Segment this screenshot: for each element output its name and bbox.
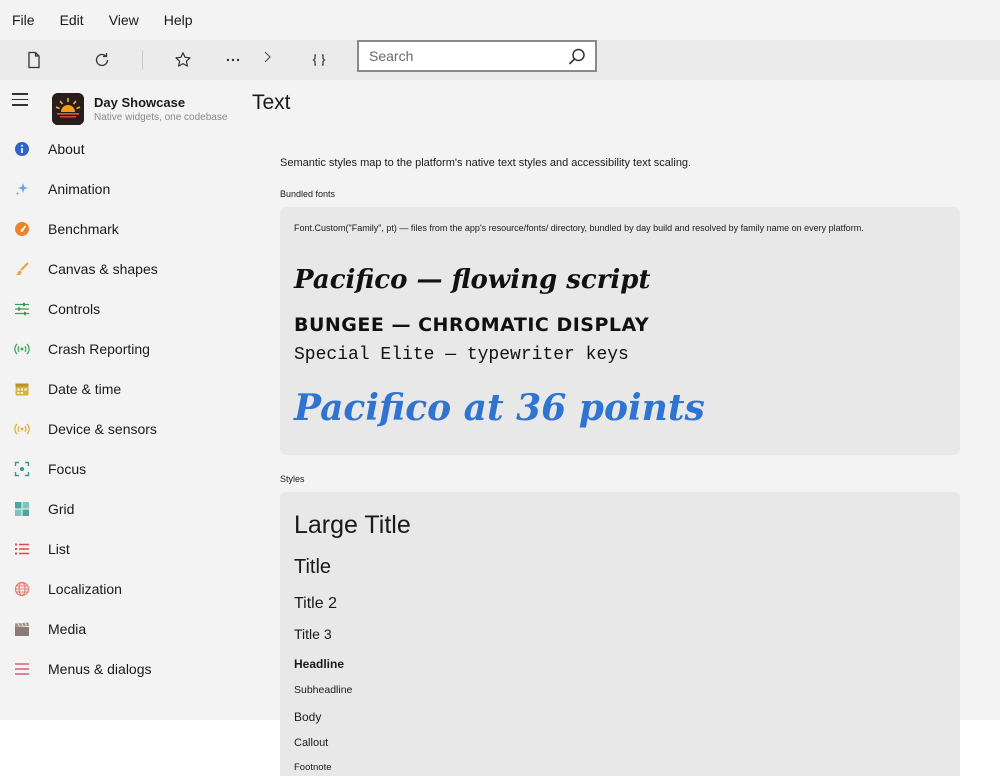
title3-sample: Title 3 xyxy=(294,626,332,642)
sidebar-item-canvas-shapes[interactable]: Canvas & shapes xyxy=(0,249,240,289)
info-icon xyxy=(15,142,29,156)
sidebar-item-device-sensors[interactable]: Device & sensors xyxy=(0,409,240,449)
hamburger-menu-button[interactable] xyxy=(12,93,28,107)
sidebar-item-animation[interactable]: Animation xyxy=(0,169,240,209)
special-elite-sample: Special Elite — typewriter keys xyxy=(294,345,629,365)
sidebar-item-about[interactable]: About xyxy=(0,129,240,169)
menu-view[interactable]: View xyxy=(109,12,139,28)
sidebar-item-benchmark[interactable]: Benchmark xyxy=(0,209,240,249)
styles-heading: Styles xyxy=(280,474,305,484)
large-title-sample: Large Title xyxy=(294,511,411,539)
sidebar-item-label: Localization xyxy=(48,581,122,597)
intro-text: Semantic styles map to the platform's na… xyxy=(280,157,692,169)
sidebar-item-label: Grid xyxy=(48,501,75,517)
hamburger-line xyxy=(12,93,28,95)
styles-card: Large Title Title Title 2 Title 3 Headli… xyxy=(280,492,960,776)
sidebar-item-label: Benchmark xyxy=(48,221,119,237)
search-input[interactable] xyxy=(359,48,559,64)
search-box xyxy=(357,40,597,72)
body-sample: Body xyxy=(294,710,322,724)
app-tagline: Native widgets, one codebase xyxy=(94,112,228,123)
hamburger-line xyxy=(12,104,28,106)
bundled-fonts-card: Font.Custom("Family", pt) — files from t… xyxy=(280,207,960,455)
sliders-icon xyxy=(15,302,29,316)
sidebar-item-label: Media xyxy=(48,621,87,637)
sidebar-item-localization[interactable]: Localization xyxy=(0,569,240,609)
menu-edit[interactable]: Edit xyxy=(60,12,84,28)
star-icon xyxy=(175,52,191,67)
broadcast-icon xyxy=(14,343,30,355)
hamburger-line xyxy=(12,98,28,100)
sidebar-item-label: Device & sensors xyxy=(48,421,157,437)
new-document-button[interactable] xyxy=(24,50,44,70)
subheadline-sample: Subheadline xyxy=(294,684,353,696)
sidebar-item-list[interactable]: List xyxy=(0,529,240,569)
menu-file[interactable]: File xyxy=(12,12,35,28)
pacifico-36-sample: Pacifico at 36 points xyxy=(294,387,705,429)
refresh-icon xyxy=(95,53,109,67)
title2-sample: Title 2 xyxy=(294,595,337,612)
sidebar-item-menus-dialogs[interactable]: Menus & dialogs xyxy=(0,649,240,689)
list-icon xyxy=(15,543,29,555)
app-name: Day Showcase xyxy=(94,95,186,110)
sidebar-item-label: List xyxy=(48,541,70,557)
app-logo xyxy=(52,93,84,125)
sidebar-item-media[interactable]: Media xyxy=(0,609,240,649)
refresh-button[interactable] xyxy=(92,50,112,70)
braces-icon xyxy=(312,54,326,66)
sidebar-item-label: Canvas & shapes xyxy=(48,261,158,277)
sidebar-item-label: Menus & dialogs xyxy=(48,661,152,677)
more-icon xyxy=(226,58,240,62)
forward-button[interactable] xyxy=(257,47,277,67)
globe-icon xyxy=(14,581,30,597)
sidebar-item-crash-reporting[interactable]: Crash Reporting xyxy=(0,329,240,369)
sparkles-icon xyxy=(15,183,28,196)
sidebar: Day Showcase Native widgets, one codebas… xyxy=(0,80,240,720)
focus-icon xyxy=(14,461,30,477)
menu-bar: File Edit View Help xyxy=(0,0,1000,40)
sidebar-item-label: Date & time xyxy=(48,381,122,397)
headline-sample: Headline xyxy=(294,657,345,671)
chevron-right-icon xyxy=(264,51,271,63)
sidebar-item-date-time[interactable]: Date & time xyxy=(0,369,240,409)
bungee-sample: BUNGEE — CHROMATIC DISPLAY xyxy=(294,314,650,336)
calendar-icon xyxy=(15,383,29,396)
footnote-sample: Footnote xyxy=(294,762,332,773)
gauge-icon xyxy=(15,222,29,236)
favorite-button[interactable] xyxy=(173,50,193,70)
sidebar-item-label: Animation xyxy=(48,181,111,197)
sidebar-item-label: About xyxy=(48,141,85,157)
grid-icon xyxy=(15,502,29,516)
bundled-fonts-heading: Bundled fonts xyxy=(280,189,336,199)
sidebar-item-grid[interactable]: Grid xyxy=(0,489,240,529)
callout-sample: Callout xyxy=(294,737,329,749)
more-button[interactable] xyxy=(223,50,243,70)
sidebar-item-label: Focus xyxy=(48,461,87,477)
pacifico-sample: Pacifico — flowing script xyxy=(294,265,651,295)
sidebar-item-label: Controls xyxy=(48,301,101,317)
search-icon[interactable] xyxy=(567,47,587,67)
sidebar-item-label: Crash Reporting xyxy=(48,341,150,357)
menu-lines-icon xyxy=(15,663,29,675)
clapper-icon xyxy=(15,622,29,636)
page-title: Text xyxy=(252,91,291,114)
bundled-fonts-description: Font.Custom("Family", pt) — files from t… xyxy=(294,223,864,233)
code-button[interactable] xyxy=(309,50,329,70)
sidebar-item-focus[interactable]: Focus xyxy=(0,449,240,489)
menu-help[interactable]: Help xyxy=(164,12,193,28)
sidebar-item-controls[interactable]: Controls xyxy=(0,289,240,329)
document-icon xyxy=(28,51,40,69)
brush-icon xyxy=(16,262,29,276)
title-sample: Title xyxy=(294,556,332,578)
toolbar-separator xyxy=(142,50,143,70)
sensor-icon xyxy=(14,423,30,435)
sunrise-icon xyxy=(52,93,84,125)
